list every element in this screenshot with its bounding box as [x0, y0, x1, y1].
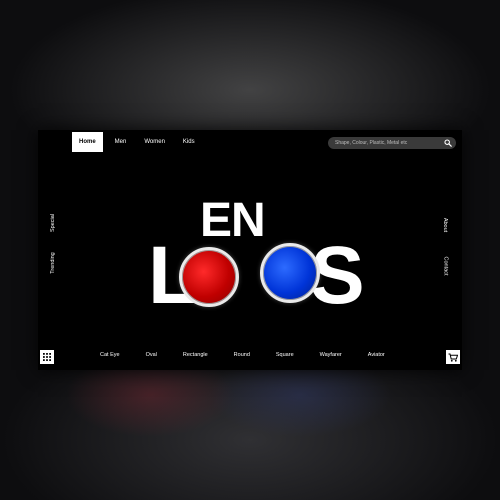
nav-men[interactable]: Men	[109, 132, 133, 152]
brand-logo: EN L S	[138, 185, 378, 325]
nav-kids[interactable]: Kids	[177, 132, 201, 152]
app-screen: Home Men Women Kids Special Trending Abo…	[38, 130, 462, 370]
side-link-trending[interactable]: Trending	[50, 252, 56, 274]
search-input[interactable]	[328, 140, 440, 146]
cart-icon	[448, 353, 458, 362]
cart-button[interactable]	[446, 350, 460, 364]
shape-rectangle[interactable]: Rectangle	[183, 352, 208, 358]
nav-home[interactable]: Home	[72, 132, 103, 152]
grid-icon	[43, 353, 51, 361]
side-link-about[interactable]: About	[442, 218, 448, 232]
shape-oval[interactable]: Oval	[146, 352, 157, 358]
search-icon[interactable]	[444, 139, 452, 147]
search-bar	[328, 137, 456, 149]
logo-top-word: EN	[200, 194, 266, 247]
side-link-contact[interactable]: Contact	[442, 257, 448, 276]
shape-filter-list: Cat Eye Oval Rectangle Round Square Wayf…	[100, 352, 411, 358]
shape-aviator[interactable]: Aviator	[368, 352, 385, 358]
shape-round[interactable]: Round	[234, 352, 250, 358]
blue-lens	[260, 243, 320, 303]
nav-women[interactable]: Women	[138, 132, 171, 152]
bottom-bar: Cat Eye Oval Rectangle Round Square Wayf…	[38, 348, 462, 368]
shape-square[interactable]: Square	[276, 352, 294, 358]
menu-button[interactable]	[40, 350, 54, 364]
side-link-special[interactable]: Special	[50, 214, 56, 232]
top-nav: Home Men Women Kids	[72, 132, 207, 152]
shape-wayfarer[interactable]: Wayfarer	[320, 352, 342, 358]
shape-cat-eye[interactable]: Cat Eye	[100, 352, 120, 358]
red-lens	[179, 247, 239, 307]
